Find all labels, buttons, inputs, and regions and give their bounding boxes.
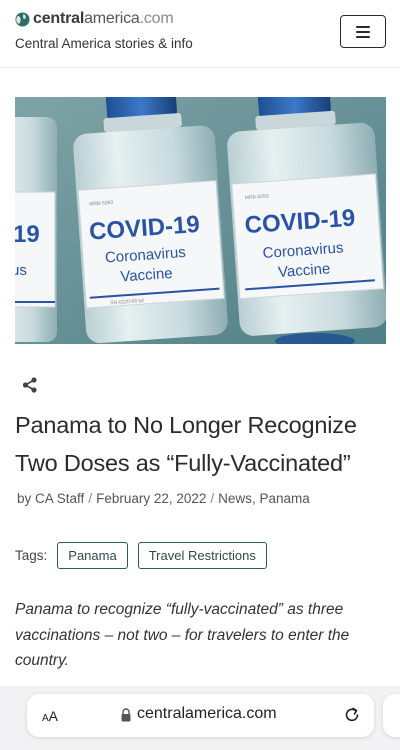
category-link-panama[interactable]: Panama xyxy=(259,491,309,506)
vial-left: 19 us xyxy=(15,117,57,342)
next-tab-preview[interactable] xyxy=(383,694,400,737)
article-meta: by CA Staff / February 22, 2022/News, Pana… xyxy=(17,491,310,506)
vial-center: MRB-5093 COVID-19 Coronavirus Vaccine SN… xyxy=(73,97,228,344)
article-date: February 22, 2022 xyxy=(96,491,207,506)
vial-left-sub: us xyxy=(15,262,27,279)
hamburger-icon xyxy=(356,25,370,28)
text-size-button[interactable]: AA xyxy=(42,708,58,724)
hamburger-bar xyxy=(356,35,370,38)
share-icon[interactable] xyxy=(21,376,39,394)
vial-center-sub2: Vaccine xyxy=(120,265,173,286)
logo-text: centralamerica xyxy=(33,10,140,28)
logo-part-america: america xyxy=(84,10,140,27)
site-tagline: Central America stories & info xyxy=(15,36,193,51)
site-header: centralamerica .com Central America stori… xyxy=(0,0,400,68)
category-link-news[interactable]: News xyxy=(218,491,252,506)
tag-panama[interactable]: Panama xyxy=(57,541,128,569)
logo-part-central: central xyxy=(33,10,85,27)
article-title: Panama to No Longer Recognize Two Doses … xyxy=(15,412,357,476)
address-bar[interactable]: AA centralamerica.com xyxy=(27,694,374,737)
lock-icon xyxy=(121,708,131,722)
globe-icon xyxy=(15,11,30,27)
meta-prefix: by xyxy=(17,491,32,506)
article-excerpt: Panama to recognize “fully-vaccinated” a… xyxy=(15,601,350,669)
author-link[interactable]: CA Staff xyxy=(35,491,84,506)
browser-toolbar: AA centralamerica.com xyxy=(0,686,400,750)
site-logo[interactable]: centralamerica .com xyxy=(15,10,174,28)
tag-travel-restrictions[interactable]: Travel Restrictions xyxy=(137,541,267,569)
hero-image[interactable]: 19 us MRB-5093 COVID-19 Coronavirus Vacc… xyxy=(15,97,386,344)
vial-right: MRB-5093 COVID-19 Coronavirus Vaccine xyxy=(227,97,386,336)
vial-left-label: 19 xyxy=(15,221,40,248)
aa-small: A xyxy=(42,713,49,724)
meta-separator: / xyxy=(210,491,215,506)
vial-right-sub2: Vaccine xyxy=(278,260,331,281)
hamburger-bar xyxy=(356,30,370,33)
url-text: centralamerica.com xyxy=(137,705,277,722)
menu-button[interactable] xyxy=(340,15,386,48)
logo-tld: .com xyxy=(139,10,174,27)
tags-label: Tags: xyxy=(15,547,48,563)
vaccine-vials-illustration: 19 us MRB-5093 COVID-19 Coronavirus Vacc… xyxy=(15,97,386,344)
meta-separator: / xyxy=(88,491,93,506)
tags-row: Tags: Panama Travel Restrictions xyxy=(15,541,277,569)
reload-icon[interactable] xyxy=(343,706,361,724)
